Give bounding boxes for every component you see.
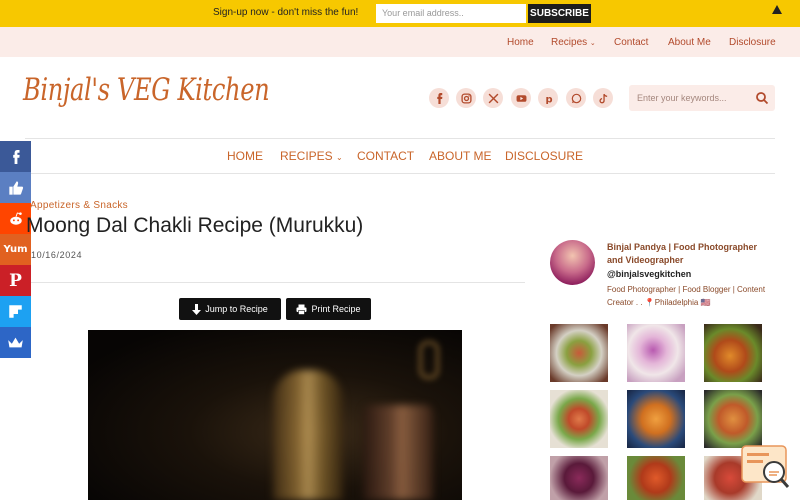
chevron-down-icon: ⌄ [336, 153, 343, 162]
secnav-home[interactable]: Home [507, 37, 534, 48]
instagram-thumbnail[interactable] [550, 390, 608, 448]
post-title: Moong Dal Chakli Recipe (Murukku) [26, 214, 364, 237]
nav-contact[interactable]: CONTACT [357, 149, 414, 163]
instagram-thumbnail[interactable] [627, 390, 685, 448]
collapse-arrow-icon[interactable] [772, 5, 782, 14]
author-handle[interactable]: @binjalsvegkitchen [607, 269, 691, 279]
signup-message: Sign-up now - don't miss the fun! [213, 7, 359, 18]
x-icon[interactable] [483, 88, 503, 108]
whatsapp-icon[interactable] [566, 88, 586, 108]
jump-to-recipe-button[interactable]: Jump to Recipe [179, 298, 281, 320]
yummly-icon: Yum [3, 244, 28, 255]
crown-icon [8, 337, 23, 348]
facebook-icon[interactable] [429, 88, 449, 108]
header-divider [25, 138, 775, 139]
chevron-down-icon: ⌄ [589, 40, 596, 47]
secnav-contact[interactable]: Contact [614, 37, 648, 48]
site-logo[interactable]: Binjal's VEG Kitchen [23, 72, 270, 108]
print-recipe-button[interactable]: Print Recipe [286, 298, 371, 320]
secnav-disclosure[interactable]: Disclosure [729, 37, 776, 48]
share-yummly[interactable]: Yum [0, 234, 31, 265]
nav-about-me[interactable]: ABOUT ME [429, 149, 491, 163]
avatar[interactable] [550, 240, 595, 285]
flipboard-icon [9, 305, 22, 318]
post-date: 10/16/2024 [31, 250, 83, 260]
pinterest-icon[interactable]: p [538, 88, 558, 108]
video-frame-copper-pot [363, 405, 433, 500]
email-field[interactable]: Your email address.. [376, 4, 526, 23]
nav-home[interactable]: HOME [227, 149, 263, 163]
tiktok-icon[interactable] [593, 88, 613, 108]
instagram-thumbnail[interactable] [550, 324, 608, 382]
instagram-thumbnail[interactable] [627, 324, 685, 382]
instagram-icon[interactable] [456, 88, 476, 108]
printer-icon [296, 304, 307, 315]
share-facebook[interactable] [0, 141, 31, 172]
secnav-about[interactable]: About Me [668, 37, 711, 48]
arrow-down-icon [192, 303, 202, 315]
like-icon [8, 180, 23, 195]
recipe-video[interactable] [88, 330, 462, 500]
search-box[interactable]: Enter your keywords... [629, 85, 775, 111]
pinterest-icon: P [9, 270, 22, 291]
nav-divider [25, 173, 775, 174]
secnav-recipes[interactable]: Recipes ⌄ [551, 37, 596, 48]
instagram-thumbnail[interactable] [704, 390, 762, 448]
search-icon[interactable] [755, 91, 769, 105]
share-crown[interactable] [0, 327, 31, 358]
share-pinterest[interactable]: P [0, 265, 31, 296]
nav-recipes[interactable]: RECIPES ⌄ [280, 149, 343, 163]
recipe-search-icon[interactable] [741, 445, 791, 490]
instagram-thumbnail[interactable] [550, 456, 608, 500]
video-frame-handle [418, 340, 440, 380]
instagram-thumbnail[interactable] [704, 324, 762, 382]
post-divider [31, 282, 525, 283]
subscribe-button[interactable]: SUBSCRIBE [528, 4, 591, 23]
search-input[interactable]: Enter your keywords... [637, 93, 727, 103]
secondary-nav: Home Recipes ⌄ Contact About Me Disclosu… [0, 27, 800, 57]
instagram-thumbnail[interactable] [627, 456, 685, 500]
facebook-icon [12, 149, 20, 164]
post-category[interactable]: Appetizers & Snacks [30, 200, 128, 211]
youtube-icon[interactable] [511, 88, 531, 108]
video-frame-brass-press [273, 370, 343, 500]
author-bio: Food Photographer | Food Blogger | Conte… [607, 285, 766, 307]
reddit-icon [9, 211, 22, 225]
author-name[interactable]: Binjal Pandya | Food Photographer and Vi… [607, 241, 772, 267]
secnav-recipes-label: Recipes [551, 37, 588, 48]
share-flipboard[interactable] [0, 296, 31, 327]
signup-bar: Sign-up now - don't miss the fun! Your e… [0, 0, 800, 27]
svg-text:p: p [545, 94, 552, 104]
nav-disclosure[interactable]: DISCLOSURE [505, 149, 583, 163]
nav-recipes-label: RECIPES [280, 149, 333, 163]
print-recipe-label: Print Recipe [311, 304, 361, 314]
jump-to-recipe-label: Jump to Recipe [205, 304, 268, 314]
share-like[interactable] [0, 172, 31, 203]
